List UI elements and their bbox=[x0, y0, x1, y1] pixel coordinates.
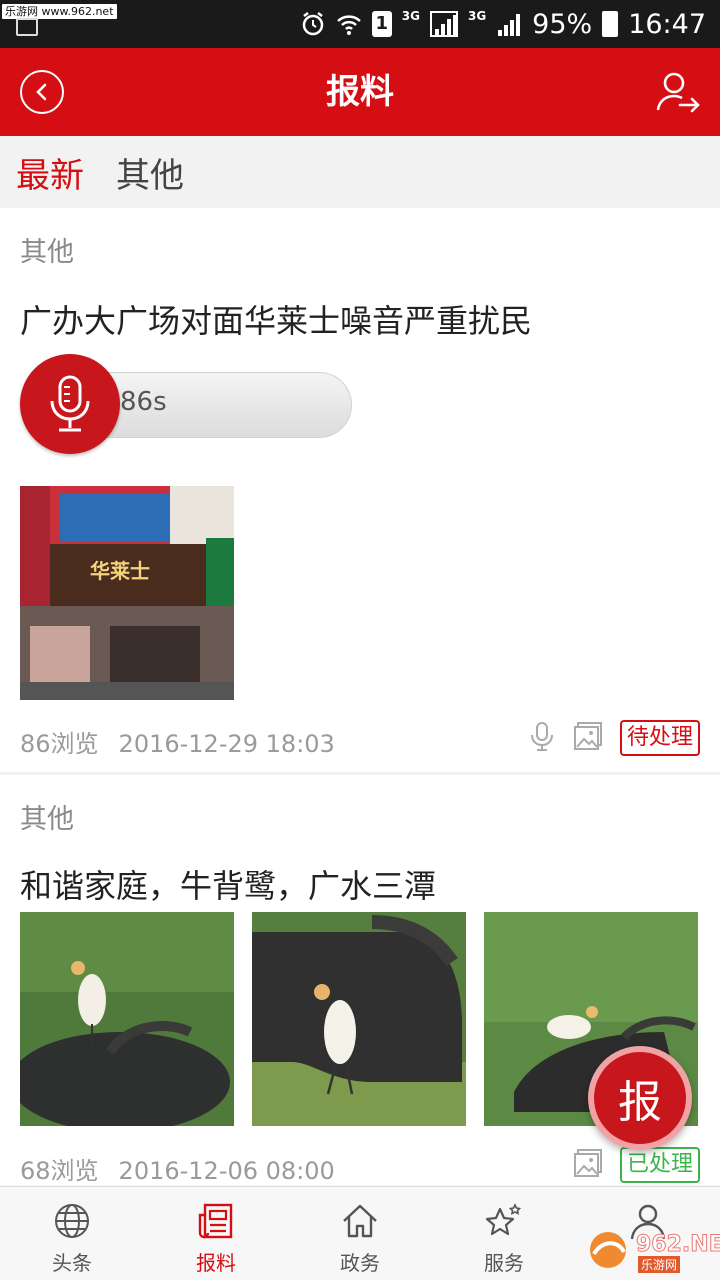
stars-icon bbox=[485, 1203, 522, 1236]
nav-label: 头条 bbox=[52, 1251, 92, 1275]
nav-label: 服务 bbox=[484, 1251, 524, 1275]
post-photo[interactable] bbox=[20, 912, 234, 1126]
nav-item-services[interactable]: 服务 bbox=[432, 1187, 576, 1280]
wifi-icon bbox=[336, 15, 361, 35]
play-audio-button[interactable] bbox=[20, 354, 120, 454]
nav-label: 政务 bbox=[340, 1251, 380, 1275]
sim-icon: 1 bbox=[371, 11, 392, 37]
nav-item-government[interactable]: 政务 bbox=[288, 1187, 432, 1280]
alarm-icon bbox=[302, 12, 324, 36]
watermark-logo: 962.NET 乐游网 bbox=[580, 1226, 720, 1274]
category-tabs: 最新 其他 bbox=[0, 136, 720, 208]
audio-duration: 86s bbox=[120, 387, 167, 417]
clock: 16:47 bbox=[628, 8, 706, 40]
news-icon bbox=[198, 1203, 233, 1239]
globe-icon bbox=[55, 1204, 89, 1238]
status-bar: 乐游网 www.962.net 1 3G 3G 95% 16:47 bbox=[0, 0, 720, 48]
storefront-photo: 华莱士 bbox=[20, 486, 234, 700]
post-category: 其他 bbox=[20, 237, 74, 268]
home-icon bbox=[343, 1204, 377, 1238]
post-datetime: 2016-12-06 08:00 bbox=[118, 1157, 335, 1185]
watermark-label: 乐游网 www.962.net bbox=[2, 4, 117, 19]
audio-player[interactable]: 86s bbox=[20, 354, 354, 454]
tab-latest[interactable]: 最新 bbox=[16, 148, 84, 197]
nav-item-report[interactable]: 报料 bbox=[144, 1187, 288, 1280]
post-title: 和谐家庭，牛背鹭，广水三潭 bbox=[20, 867, 437, 905]
status-badge-pending: 待处理 bbox=[619, 720, 700, 756]
photo-sign-text: 华莱士 bbox=[90, 559, 150, 583]
nav-label: 报料 bbox=[196, 1251, 236, 1275]
screen: 乐游网 www.962.net 1 3G 3G 95% 16:47 报料 最新 … bbox=[0, 0, 720, 1280]
gallery-notification-icon bbox=[16, 18, 38, 36]
image-icon bbox=[574, 722, 602, 750]
post-card[interactable]: 其他 广办大广场对面华莱士噪音严重扰民 86s 华莱士 86浏览 2016-12… bbox=[0, 208, 720, 772]
post-photo[interactable] bbox=[252, 912, 466, 1126]
network-type-label-2: 3G bbox=[467, 9, 487, 23]
network-type-label: 3G bbox=[401, 9, 420, 23]
post-datetime: 2016-12-29 18:03 bbox=[118, 730, 335, 758]
signal-icon-2 bbox=[496, 12, 522, 36]
view-count: 68浏览 bbox=[20, 1157, 99, 1185]
user-logout-icon[interactable] bbox=[656, 70, 702, 114]
post-title: 广办大广场对面华莱士噪音严重扰民 bbox=[20, 302, 533, 340]
post-category: 其他 bbox=[20, 804, 74, 835]
microphone-icon bbox=[50, 375, 90, 432]
egret-buffalo-photo bbox=[252, 912, 466, 1126]
watermark-swirl-icon bbox=[590, 1232, 626, 1268]
view-count: 86浏览 bbox=[20, 730, 99, 758]
status-badge-done: 已处理 bbox=[619, 1147, 700, 1183]
microphone-icon bbox=[531, 722, 553, 751]
signal-icon bbox=[429, 11, 458, 37]
watermark-sub: 乐游网 bbox=[638, 1256, 681, 1273]
battery-icon bbox=[602, 11, 619, 37]
post-photo[interactable]: 华莱士 bbox=[20, 486, 234, 700]
image-icon bbox=[574, 1149, 602, 1177]
page-title: 报料 bbox=[326, 72, 394, 112]
watermark-main: 962.NET bbox=[636, 1232, 720, 1258]
app-header: 报料 bbox=[0, 48, 720, 136]
tab-other[interactable]: 其他 bbox=[116, 148, 184, 197]
post-meta: 68浏览 2016-12-06 08:00 bbox=[20, 1151, 335, 1186]
post-meta: 86浏览 2016-12-29 18:03 bbox=[20, 724, 335, 759]
nav-item-headlines[interactable]: 头条 bbox=[0, 1187, 144, 1280]
egret-buffalo-photo bbox=[20, 912, 234, 1126]
battery-percent: 95% bbox=[532, 8, 593, 40]
report-button[interactable]: 报 bbox=[588, 1046, 692, 1150]
status-icons: 1 3G 3G 95% 16:47 bbox=[300, 0, 706, 48]
